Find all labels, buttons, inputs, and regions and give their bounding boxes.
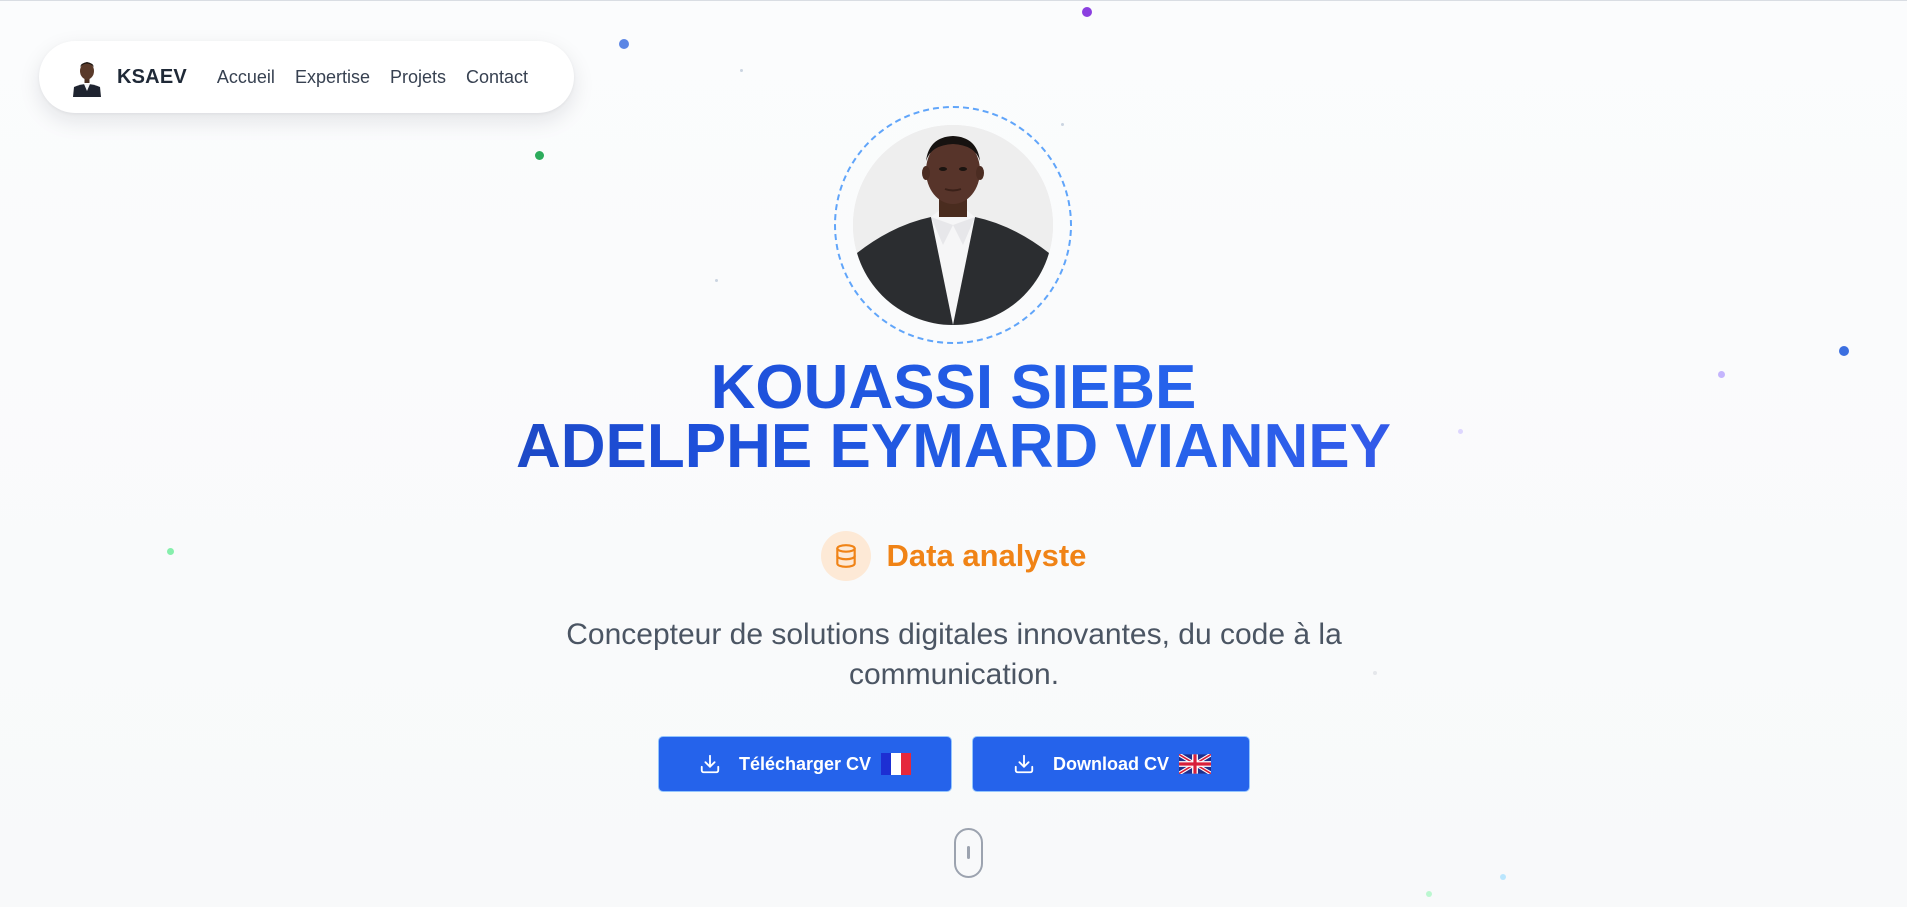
- particle: [619, 39, 629, 49]
- scroll-indicator[interactable]: [954, 828, 983, 878]
- particle: [1082, 7, 1092, 17]
- particle: [535, 151, 544, 160]
- particle: [1839, 346, 1849, 356]
- download-cv-en-label: Download CV: [1053, 753, 1169, 774]
- brand-name[interactable]: KSAEV: [117, 66, 187, 89]
- page: KSAEV Accueil Expertise Projets Contact: [0, 0, 1907, 907]
- download-cv-en-button[interactable]: Download CV: [973, 737, 1249, 791]
- particle: [1500, 874, 1506, 880]
- download-cv-fr-label: Télécharger CV: [739, 753, 872, 774]
- hero-name-line-1: KOUASSI SIEBE: [710, 353, 1197, 422]
- download-icon: [699, 753, 721, 775]
- hero-name: KOUASSI SIEBE ADELPHE EYMARD VIANNEY: [0, 358, 1907, 476]
- role-label: Data analyste: [886, 538, 1087, 573]
- hero-name-line-2: ADELPHE EYMARD VIANNEY: [516, 412, 1391, 481]
- uk-flag-icon: [1179, 754, 1211, 774]
- tagline: Concepteur de solutions digitales innova…: [566, 618, 1342, 691]
- particle: [1061, 123, 1064, 126]
- profile-portrait: [853, 125, 1053, 325]
- nav-link-projets[interactable]: Projets: [390, 67, 446, 88]
- particle: [715, 279, 718, 282]
- scroll-wheel: [967, 846, 970, 859]
- download-icon: [1013, 753, 1035, 775]
- avatar[interactable]: [71, 57, 103, 97]
- particle: [1426, 891, 1432, 897]
- nav-link-expertise[interactable]: Expertise: [295, 67, 370, 88]
- nav-link-contact[interactable]: Contact: [466, 67, 528, 88]
- particle: [740, 69, 743, 72]
- database-icon: [820, 531, 871, 581]
- nav-link-accueil[interactable]: Accueil: [217, 67, 275, 88]
- download-cv-fr-button[interactable]: Télécharger CV: [659, 737, 951, 791]
- france-flag-icon: [881, 753, 912, 775]
- navbar: KSAEV Accueil Expertise Projets Contact: [39, 41, 574, 113]
- role-badge: Data analyste: [0, 531, 1907, 581]
